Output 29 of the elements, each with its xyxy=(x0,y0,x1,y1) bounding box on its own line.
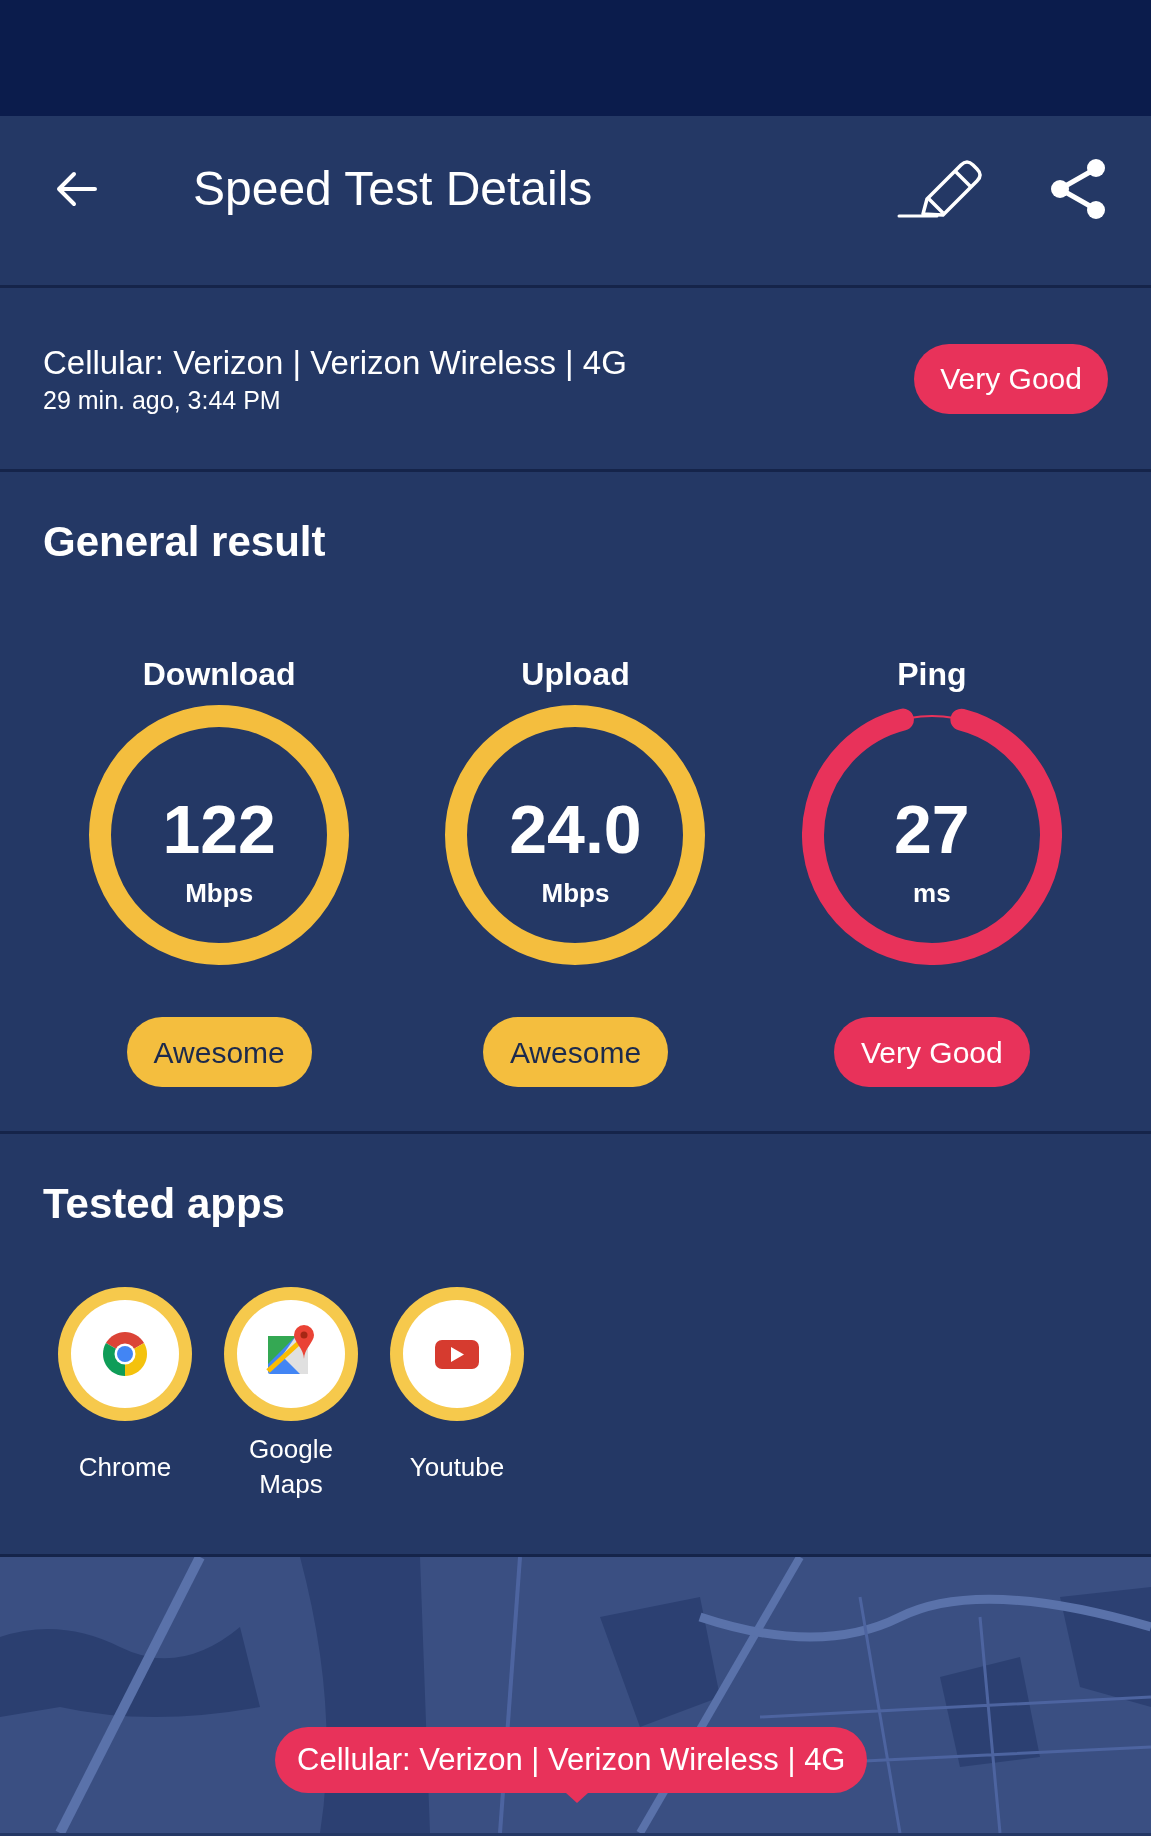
rating-badge: Very Good xyxy=(914,343,1108,414)
browser-logo-icon xyxy=(58,1287,192,1421)
metric-label: Upload xyxy=(521,655,630,693)
share-icon xyxy=(1050,157,1106,220)
section-title: Tested apps xyxy=(43,1179,286,1229)
map-pin-logo-icon xyxy=(224,1287,358,1421)
app-name: Youtube xyxy=(408,1450,506,1484)
test-time: 29 min. ago, 3:44 PM xyxy=(43,384,282,416)
app-name: Google Maps xyxy=(248,1433,334,1501)
rating-badge: Awesome xyxy=(126,1017,312,1087)
metric-label: Download xyxy=(142,655,296,693)
rating-badge: Awesome xyxy=(482,1017,669,1087)
metric-unit: ms xyxy=(913,878,951,908)
metric-unit: Mbps xyxy=(185,878,254,908)
pencil-icon xyxy=(897,158,983,219)
location-tooltip: Cellular: Verizon | Verizon Wireless | 4G xyxy=(275,1727,868,1793)
page-title: Speed Test Details xyxy=(193,160,593,217)
tooltip-pointer-icon xyxy=(566,1793,588,1803)
metric-value: 24.0 xyxy=(509,792,642,866)
metric-label: Ping xyxy=(897,655,967,693)
rating-badge: Very Good xyxy=(833,1017,1030,1087)
connection-name: Cellular: Verizon | Verizon Wireless | 4G xyxy=(43,342,627,383)
metric-value: 27 xyxy=(894,792,970,866)
app-name: Chrome xyxy=(77,1450,173,1484)
play-button-logo-icon xyxy=(390,1287,524,1421)
section-title: General result xyxy=(43,517,327,567)
metric-unit: Mbps xyxy=(541,878,610,908)
back-arrow-icon xyxy=(55,170,97,207)
metric-value: 122 xyxy=(162,792,276,866)
